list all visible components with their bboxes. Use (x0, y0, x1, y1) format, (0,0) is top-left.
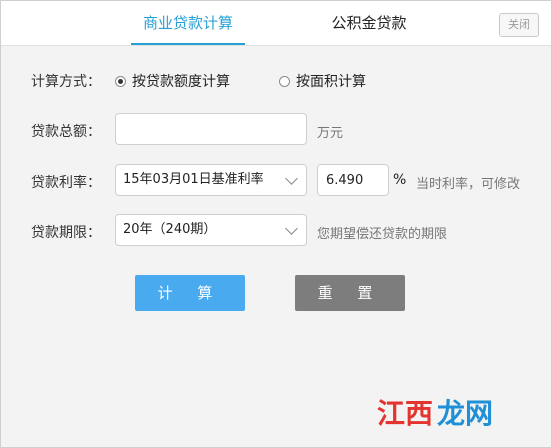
calc-mode-row: 计算方式： 按贷款额度计算 按面积计算 (1, 69, 551, 91)
rate-percent-sign: % (393, 172, 407, 188)
active-tab-underline (131, 43, 245, 45)
rate-select-value: 15年03月01日基准利率 (123, 172, 264, 187)
tab-provident-fund-loan-label: 公积金贷款 (331, 14, 407, 32)
rate-hint: 当时利率，可修改 (416, 177, 521, 192)
close-button[interactable]: 关闭 (499, 13, 539, 37)
calculate-button[interactable]: 计 算 (135, 275, 245, 311)
term-select[interactable]: 20年（240期） (115, 214, 307, 246)
watermark-text-blue: 龙网 (437, 397, 493, 430)
loan-amount-label: 贷款总额： (31, 124, 101, 140)
radio-by-amount[interactable]: 按贷款额度计算 (115, 71, 230, 91)
loan-term-label: 贷款期限： (31, 225, 101, 241)
rate-select[interactable]: 15年03月01日基准利率 (115, 164, 307, 196)
radio-by-area-label: 按面积计算 (296, 74, 366, 90)
term-hint: 您期望偿还贷款的期限 (317, 227, 448, 242)
loan-amount-unit: 万元 (317, 126, 344, 141)
tab-commercial-loan-label: 商业贷款计算 (142, 14, 233, 32)
rate-input[interactable] (317, 164, 389, 196)
loan-term-row: 贷款期限： 20年（240期） 您期望偿还贷款的期限 (1, 214, 551, 246)
loan-amount-input[interactable] (115, 113, 307, 145)
calc-mode-label: 计算方式： (31, 74, 101, 90)
loan-rate-row: 贷款利率： 15年03月01日基准利率 % 当时利率，可修改 (1, 164, 551, 196)
radio-by-amount-label: 按贷款额度计算 (132, 74, 230, 90)
term-select-value: 20年（240期） (123, 222, 217, 237)
tab-bar: 商业贷款计算 公积金贷款 关闭 (1, 1, 551, 46)
radio-unchecked-icon (279, 75, 290, 87)
chevron-down-icon (285, 222, 298, 235)
calculator-window: 商业贷款计算 公积金贷款 关闭 计算方式： 按贷款额度计算 按面积计算 贷款总额… (0, 0, 552, 448)
radio-checked-icon (115, 75, 126, 87)
tab-provident-fund-loan[interactable]: 公积金贷款 (317, 1, 421, 45)
tab-commercial-loan[interactable]: 商业贷款计算 (131, 1, 245, 45)
watermark-logo: 江西 龙网 (377, 397, 493, 430)
chevron-down-icon (285, 172, 298, 185)
watermark-text-red: 江西 (377, 397, 433, 430)
reset-button[interactable]: 重 置 (295, 275, 405, 311)
loan-amount-row: 贷款总额： 万元 (1, 113, 551, 145)
radio-by-area[interactable]: 按面积计算 (279, 71, 366, 91)
loan-rate-label: 贷款利率： (31, 175, 101, 191)
